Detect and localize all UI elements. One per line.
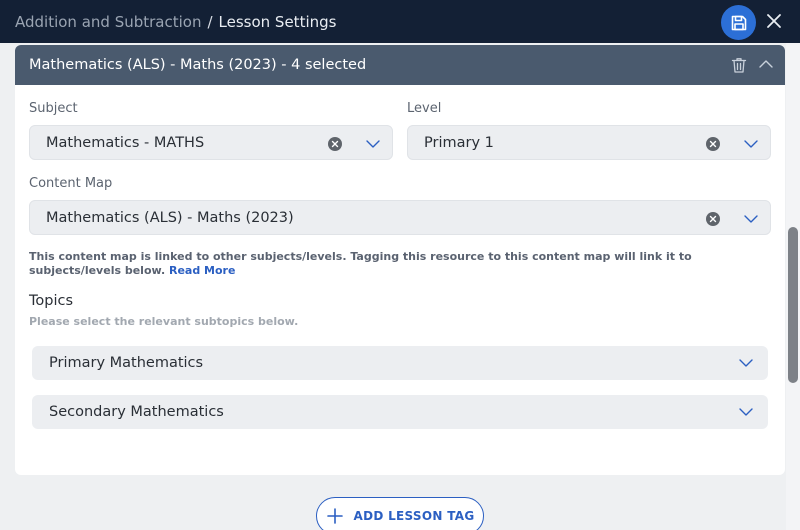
lesson-tag-card: Mathematics (ALS) - Maths (2023) - 4 sel…	[15, 45, 785, 475]
chevron-up-icon[interactable]	[758, 58, 774, 70]
topic-accordion-primary-mathematics[interactable]: Primary Mathematics	[32, 346, 768, 380]
content-map-note: This content map is linked to other subj…	[29, 250, 769, 277]
trash-icon[interactable]	[731, 57, 747, 73]
topics-subtitle: Please select the relevant subtopics bel…	[29, 315, 299, 328]
level-value: Primary 1	[424, 134, 494, 151]
breadcrumb-separator: /	[207, 12, 213, 31]
subject-value: Mathematics - MATHS	[46, 134, 205, 151]
card-header[interactable]: Mathematics (ALS) - Maths (2023) - 4 sel…	[15, 45, 785, 85]
level-label: Level	[407, 101, 442, 116]
topic-label: Primary Mathematics	[49, 355, 204, 371]
save-icon	[731, 15, 746, 30]
scrollbar-thumb[interactable]	[788, 227, 798, 383]
plus-icon	[326, 508, 343, 524]
breadcrumb-parent[interactable]: Addition and Subtraction	[15, 13, 201, 31]
subject-select[interactable]: Mathematics - MATHS	[29, 125, 393, 160]
content-map-select[interactable]: Mathematics (ALS) - Maths (2023)	[29, 200, 771, 235]
save-button[interactable]	[721, 5, 756, 40]
close-button[interactable]	[764, 11, 784, 31]
page-title: Lesson Settings	[218, 12, 337, 31]
note-text: This content map is linked to other subj…	[29, 250, 692, 277]
chevron-down-icon[interactable]	[738, 407, 754, 417]
chevron-down-icon[interactable]	[743, 139, 759, 149]
add-lesson-tag-label: ADD LESSON TAG	[353, 509, 475, 523]
content-map-label: Content Map	[29, 176, 113, 191]
subject-label: Subject	[29, 101, 78, 116]
chevron-down-icon[interactable]	[743, 214, 759, 224]
add-lesson-tag-button[interactable]: ADD LESSON TAG	[316, 497, 484, 530]
title-bar: Addition and Subtraction / Lesson Settin…	[0, 0, 800, 43]
topics-title: Topics	[29, 293, 74, 309]
card-title: Mathematics (ALS) - Maths (2023) - 4 sel…	[29, 57, 367, 73]
topic-label: Secondary Mathematics	[49, 404, 224, 420]
chevron-down-icon[interactable]	[365, 139, 381, 149]
chevron-down-icon[interactable]	[738, 358, 754, 368]
read-more-link[interactable]: Read More	[169, 264, 235, 277]
content-map-value: Mathematics (ALS) - Maths (2023)	[46, 209, 294, 226]
clear-level-icon[interactable]	[706, 137, 720, 151]
topic-accordion-secondary-mathematics[interactable]: Secondary Mathematics	[32, 395, 768, 429]
clear-subject-icon[interactable]	[328, 137, 342, 151]
clear-content-map-icon[interactable]	[706, 212, 720, 226]
scrollbar[interactable]	[786, 43, 800, 530]
close-icon	[767, 14, 781, 28]
level-select[interactable]: Primary 1	[407, 125, 771, 160]
